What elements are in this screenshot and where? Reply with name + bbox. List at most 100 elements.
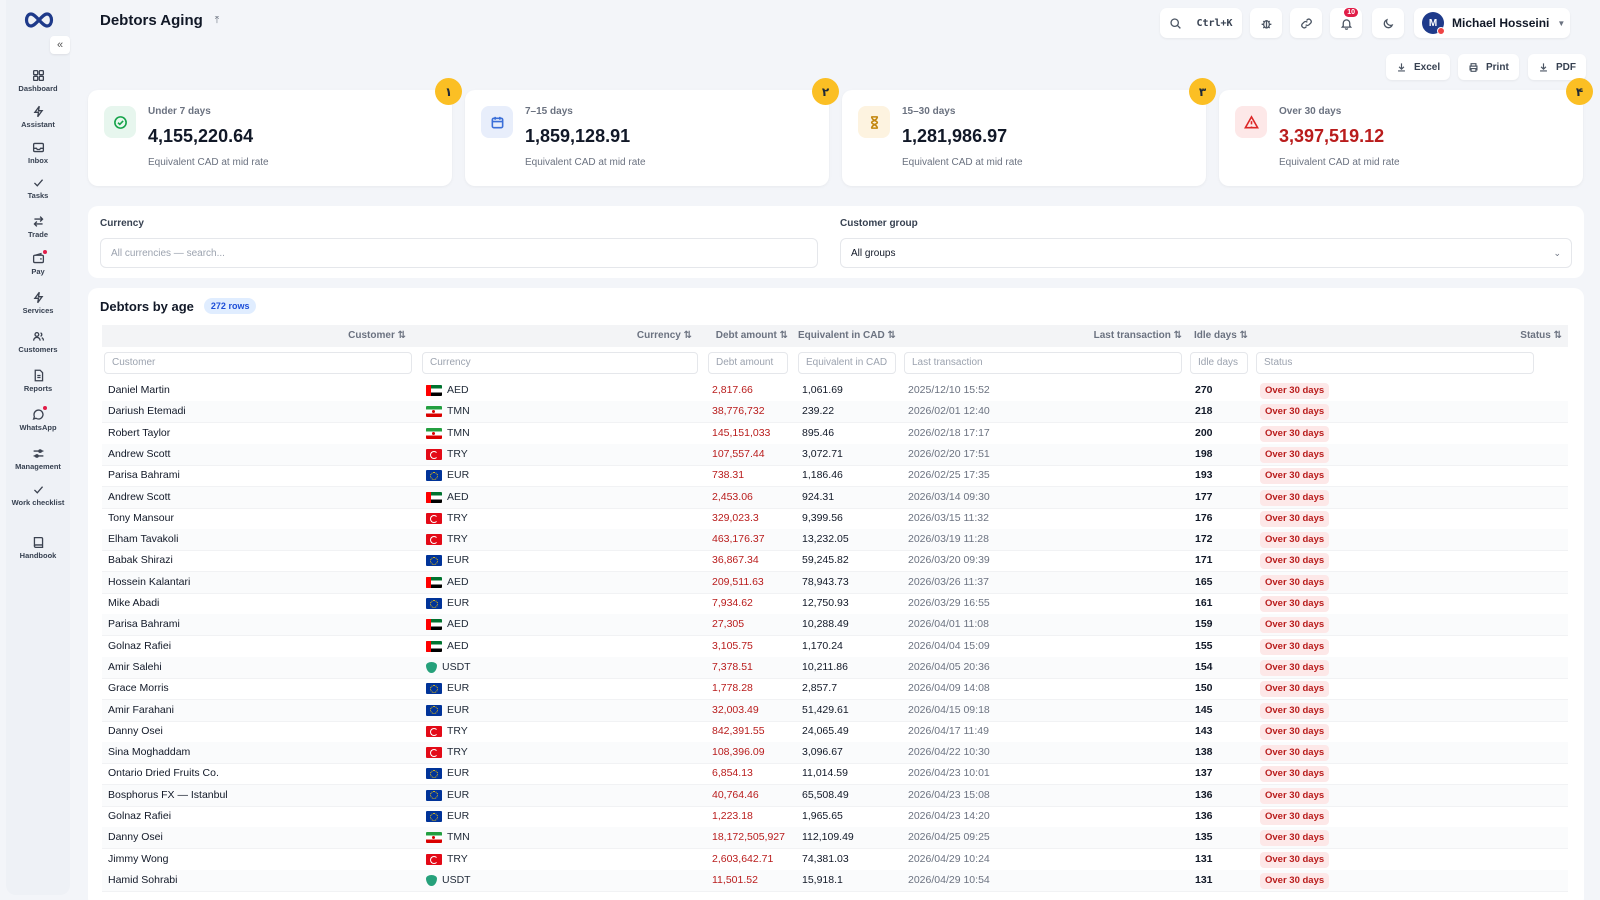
customer-cell[interactable]: Parisa Bahrami <box>108 614 180 635</box>
customer-cell[interactable]: Amir Farahani <box>108 700 174 721</box>
table-row[interactable]: Bosphorus FX — Istanbul EUR 40,764.46 65,50… <box>102 784 1568 807</box>
customer-cell[interactable]: Dariush Etemadi <box>108 401 186 422</box>
table-row[interactable]: Parisa Bahrami AED 27,305 10,288.49 2026/04/… <box>102 614 1568 637</box>
flag-icon <box>426 704 442 716</box>
table-row[interactable]: Dariush Etemadi TMN 38,776,732 239.22 2026/0… <box>102 401 1568 424</box>
col-idle-header[interactable]: Idle days ⇅ <box>1194 325 1258 347</box>
col-status-header[interactable]: Status ⇅ <box>1258 325 1562 347</box>
customer-cell[interactable]: Grace Morris <box>108 678 169 699</box>
sidebar-collapse-button[interactable]: « <box>50 36 70 54</box>
currency-code: TMN <box>447 426 470 439</box>
logo-icon[interactable] <box>22 10 56 30</box>
table-row[interactable]: Golnaz Rafiei EUR 1,223.18 1,965.65 2026/04/… <box>102 806 1568 828</box>
customer-cell[interactable]: Parisa Bahrami <box>108 465 180 486</box>
user-menu-button[interactable]: M Michael Hosseini ▼ <box>1414 8 1570 38</box>
customer-cell[interactable]: Danny Osei <box>108 721 163 742</box>
col-last-header[interactable]: Last transaction ⇅ <box>904 325 1182 347</box>
debt-filter-input[interactable]: Debt amount <box>708 352 788 374</box>
status-filter-input[interactable]: Status <box>1256 352 1534 374</box>
customer-cell[interactable]: Golnaz Rafiei <box>108 806 171 827</box>
link-button[interactable] <box>1290 8 1322 38</box>
sidebar-item-management[interactable]: Management <box>6 445 70 471</box>
export-excel-button[interactable]: Excel <box>1386 54 1451 80</box>
customer-cell[interactable]: Andrew Scott <box>108 487 170 508</box>
idle-days-filter-input[interactable]: Idle days <box>1190 352 1248 374</box>
sidebar-item-handbook[interactable]: Handbook <box>6 534 70 560</box>
customer-cell[interactable]: Mike Abadi <box>108 593 159 614</box>
notifications-button[interactable]: 10 <box>1330 8 1362 38</box>
sidebar-item-trade[interactable]: Trade <box>6 213 70 239</box>
table-row[interactable]: Sina Moghaddam TRY 108,396.09 3,096.67 2026/… <box>102 742 1568 765</box>
table-row[interactable]: Andrew Scott TRY 107,557.44 3,072.71 2026/02… <box>102 443 1568 466</box>
page-title-text: Debtors Aging <box>100 12 203 29</box>
sidebar-item-services[interactable]: Services <box>6 289 70 315</box>
sidebar-item-inbox[interactable]: Inbox <box>6 139 70 165</box>
table-row[interactable]: Elham Tavakoli TRY 463,176.37 13,232.05 2026… <box>102 529 1568 552</box>
last-transaction-cell: 2026/03/29 16:55 <box>908 597 990 609</box>
export-pdf-button[interactable]: PDF <box>1528 54 1586 80</box>
customer-cell[interactable]: Daniel Martin <box>108 380 170 401</box>
flag-icon <box>426 832 442 844</box>
customer-group-select[interactable]: All groups ⌄ <box>840 238 1572 268</box>
table-row[interactable]: Robert Taylor TMN 145,151,033 895.46 2026/02… <box>102 423 1568 445</box>
customer-filter-input[interactable]: Customer <box>104 352 412 374</box>
table-row[interactable]: Ontario Dried Fruits Co. EUR 6,854.13 11,01… <box>102 763 1568 786</box>
customer-cell[interactable]: Danny Osei <box>108 827 163 848</box>
table-row[interactable]: Danny Osei TMN 18,172,505,927 112,109.49 202… <box>102 827 1568 850</box>
sidebar-item-reports[interactable]: Reports <box>6 367 70 393</box>
customer-cell[interactable]: Elham Tavakoli <box>108 529 178 550</box>
aging-card-3[interactable]: 15–30 days 1,281,986.97 Equivalent CAD at … <box>842 78 1216 186</box>
customer-cell[interactable]: Tony Mansour <box>108 508 174 529</box>
table-row[interactable]: Hossein Kalantari AED 209,511.63 78,943.73 2… <box>102 571 1568 594</box>
customer-cell[interactable]: Amir Salehi <box>108 657 162 678</box>
customer-cell[interactable]: Hossein Kalantari <box>108 572 190 593</box>
customer-cell[interactable]: Andrew Scott <box>108 444 170 465</box>
last-transaction-cell: 2026/04/05 20:36 <box>908 660 990 673</box>
table-row[interactable]: Hamid Sohrabi USDT 11,501.52 15,918.1 2026/0… <box>102 869 1568 892</box>
currency-column-filter-input[interactable]: Currency <box>422 352 698 374</box>
customer-cell[interactable]: Robert Taylor <box>108 423 170 444</box>
table-row[interactable]: Parisa Bahrami EUR 738.31 1,186.46 2026/02/2… <box>102 465 1568 488</box>
table-row[interactable]: Grace Morris EUR 1,778.28 2,857.7 2026/04/09… <box>102 678 1568 701</box>
table-row[interactable]: Andrew Scott AED 2,453.06 924.31 2026/03/14 … <box>102 486 1568 509</box>
currency-filter-input[interactable]: All currencies — search... <box>100 238 818 268</box>
table-row[interactable]: Danny Osei TRY 842,391.55 24,065.49 2026/04/… <box>102 721 1568 743</box>
sidebar-item-customers[interactable]: Customers <box>6 328 70 354</box>
col-currency-header[interactable]: Currency ⇅ <box>420 325 692 347</box>
bug-report-button[interactable] <box>1250 8 1282 38</box>
search-button[interactable]: Ctrl+K <box>1160 8 1242 38</box>
sidebar-item-work-checklist[interactable]: Work checklist <box>6 481 70 507</box>
last-transaction-filter-input[interactable]: Last transaction <box>904 352 1182 374</box>
aging-card-1[interactable]: Under 7 days 4,155,220.64 Equivalent CAD a… <box>88 78 462 186</box>
table-row[interactable]: Mike Abadi EUR 7,934.62 12,750.93 2026/03/29… <box>102 593 1568 615</box>
table-row[interactable]: Amir Farahani EUR 32,003.49 51,429.61 2026/0… <box>102 699 1568 722</box>
customer-cell[interactable]: Bosphorus FX — Istanbul <box>108 785 228 806</box>
table-row[interactable]: Golnaz Rafiei AED 3,105.75 1,170.24 2026/04/… <box>102 636 1568 658</box>
customer-cell[interactable]: Sina Moghaddam <box>108 742 190 763</box>
table-row[interactable]: Jimmy Wong TRY 2,603,642.71 74,381.03 2026/0… <box>102 849 1568 871</box>
print-button[interactable]: Print <box>1458 54 1519 80</box>
customer-cell[interactable]: Golnaz Rafiei <box>108 636 171 657</box>
sidebar-item-assistant[interactable]: Assistant <box>6 103 70 129</box>
table-row[interactable]: Tony Mansour TRY 329,023.3 9,399.56 2026/03/… <box>102 508 1568 530</box>
theme-toggle-button[interactable] <box>1372 8 1404 38</box>
customer-cell[interactable]: Ontario Dried Fruits Co. <box>108 763 219 784</box>
sidebar-item-tasks[interactable]: Tasks <box>6 174 70 200</box>
customer-cell[interactable]: Jimmy Wong <box>108 849 168 870</box>
col-customer-header[interactable]: Customer ⇅ <box>102 325 406 347</box>
sidebar-item-dashboard[interactable]: Dashboard <box>6 67 70 93</box>
sidebar-item-whatsapp[interactable]: WhatsApp <box>6 406 70 432</box>
aging-card-2[interactable]: 7–15 days 1,859,128.91 Equivalent CAD at m… <box>465 78 839 186</box>
search-icon <box>1170 17 1182 29</box>
col-equiv-header[interactable]: Equivalent in CAD ⇅ <box>798 325 898 347</box>
table-row[interactable]: Babak Shirazi EUR 36,867.34 59,245.82 2026/0… <box>102 550 1568 573</box>
sidebar-item-pay[interactable]: Pay <box>6 250 70 276</box>
table-row[interactable]: Daniel Martin AED 2,817.66 1,061.69 2025/12/… <box>102 380 1568 402</box>
col-debt-header[interactable]: Debt amount ⇅ <box>706 325 788 347</box>
customer-cell[interactable]: Hamid Sohrabi <box>108 870 177 891</box>
pin-icon[interactable]: ⤒ <box>215 15 219 26</box>
table-row[interactable]: Amir Salehi USDT 7,378.51 10,211.86 2026/04/… <box>102 656 1568 679</box>
customer-cell[interactable]: Babak Shirazi <box>108 550 173 571</box>
aging-card-4[interactable]: Over 30 days 3,397,519.12 Equivalent CAD a… <box>1219 78 1593 186</box>
equiv-filter-input[interactable]: Equivalent in CAD <box>798 352 896 374</box>
